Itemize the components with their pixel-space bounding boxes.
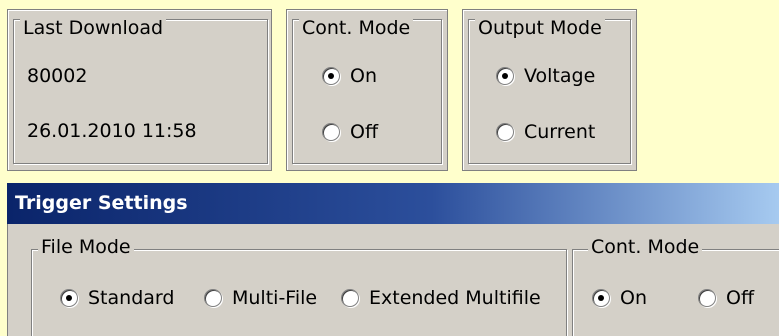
radio-circle-icon (698, 289, 716, 307)
file-mode-multi-file-radio[interactable]: Multi-File (204, 287, 317, 309)
trigger-cont-mode-off-radio[interactable]: Off (698, 287, 754, 309)
radio-circle-icon (322, 123, 340, 141)
radio-label: On (620, 287, 647, 309)
output-mode-current-radio[interactable]: Current (496, 121, 595, 143)
file-mode-title: File Mode (38, 236, 134, 258)
radio-label: Extended Multifile (369, 287, 541, 309)
radio-circle-icon (60, 289, 78, 307)
radio-label: On (350, 65, 377, 87)
trigger-settings-titlebar: Trigger Settings (7, 183, 779, 224)
trigger-cont-mode-title: Cont. Mode (588, 236, 703, 258)
trigger-cont-mode-on-radio[interactable]: On (592, 287, 647, 309)
radio-label: Off (350, 121, 379, 143)
last-download-title: Last Download (20, 17, 167, 39)
last-download-panel: Last Download 80002 26.01.2010 11:58 (7, 9, 272, 171)
window: { "last_download": { "title": "Last Down… (0, 0, 779, 336)
trigger-settings-panel: File Mode Standard Multi-File Extended M… (7, 224, 779, 336)
last-download-timestamp: 26.01.2010 11:58 (27, 120, 197, 142)
radio-label: Multi-File (232, 287, 318, 309)
cont-mode-off-radio[interactable]: Off (322, 121, 378, 143)
radio-label: Current (524, 121, 596, 143)
file-mode-extended-multifile-radio[interactable]: Extended Multifile (341, 287, 541, 309)
radio-label: Voltage (524, 65, 596, 87)
file-mode-standard-radio[interactable]: Standard (60, 287, 174, 309)
radio-label: Standard (88, 287, 175, 309)
last-download-id: 80002 (27, 65, 88, 87)
radio-circle-icon (496, 123, 514, 141)
radio-label: Off (726, 287, 755, 309)
radio-circle-icon (592, 289, 610, 307)
radio-circle-icon (496, 67, 514, 85)
radio-circle-icon (341, 289, 359, 307)
output-mode-voltage-radio[interactable]: Voltage (496, 65, 595, 87)
output-mode-title: Output Mode (475, 17, 605, 39)
radio-circle-icon (204, 289, 222, 307)
output-mode-panel: Output Mode Voltage Current (462, 9, 637, 171)
radio-circle-icon (322, 67, 340, 85)
last-download-group (13, 19, 268, 164)
cont-mode-on-radio[interactable]: On (322, 65, 377, 87)
cont-mode-panel: Cont. Mode On Off (286, 9, 448, 171)
cont-mode-title: Cont. Mode (299, 17, 414, 39)
